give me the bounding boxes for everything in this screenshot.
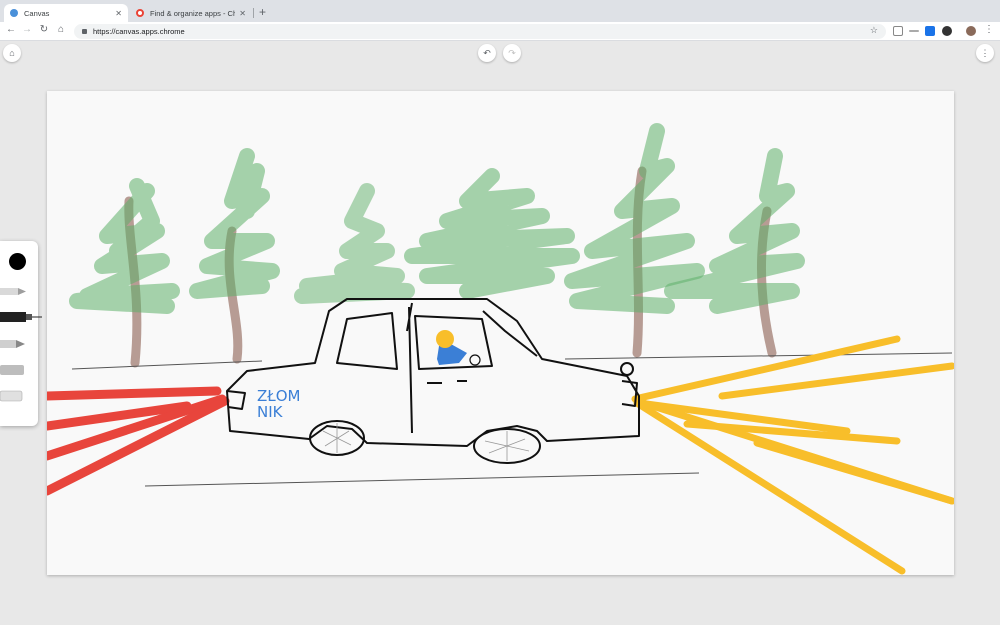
driver-figure (436, 330, 481, 366)
reload-icon[interactable]: ↻ (37, 24, 51, 35)
address-bar[interactable]: https://canvas.apps.chrome ☆ (74, 24, 886, 39)
close-tab-icon[interactable]: ✕ (239, 9, 246, 18)
gmail-extension-icon[interactable] (893, 26, 903, 36)
lock-icon (82, 29, 87, 34)
tab-strip: Canvas ✕ Find & organize apps - Chrome ✕… (0, 0, 1000, 22)
extension-icon[interactable] (942, 26, 952, 36)
app-menu-icon[interactable]: ⋮ (976, 44, 994, 62)
extension-icon[interactable] (909, 30, 919, 32)
pencil-tool-icon[interactable] (0, 337, 36, 351)
extension-icon[interactable] (925, 26, 935, 36)
tab-find-apps[interactable]: Find & organize apps - Chrome ✕ (130, 4, 252, 22)
tree (69, 178, 180, 368)
drawing-canvas[interactable]: ZŁOM NIK (47, 91, 954, 575)
road-line (144, 472, 700, 487)
marker-tool-icon[interactable] (0, 310, 44, 324)
tab-canvas[interactable]: Canvas ✕ (4, 4, 128, 22)
google-favicon-icon (136, 9, 144, 17)
back-icon[interactable]: ← (4, 24, 18, 35)
profile-avatar[interactable] (966, 26, 976, 36)
undo-icon[interactable]: ↶ (478, 44, 496, 62)
taillight-beams (47, 386, 230, 496)
ground-line (564, 352, 953, 360)
color-picker-button[interactable] (9, 253, 26, 270)
tree (189, 148, 280, 364)
headlight-beams (631, 335, 954, 575)
car-drawing (226, 298, 640, 464)
pen-tool-icon[interactable] (0, 285, 36, 299)
browser-toolbar: ← → ↻ ⌂ https://canvas.apps.chrome ☆ ⋮ (0, 22, 1000, 41)
tool-palette (0, 241, 42, 426)
tab-title: Canvas (24, 8, 50, 18)
redo-icon[interactable]: ↷ (503, 44, 521, 62)
canvas-favicon-icon (10, 9, 18, 17)
canvas-app: ⌂ ↶ ↷ ⋮ ZŁOM NIK (0, 42, 1000, 625)
tree (404, 168, 580, 299)
chalk-tool-icon[interactable] (0, 363, 36, 377)
star-icon[interactable]: ☆ (870, 25, 878, 36)
ground-line (71, 360, 263, 370)
home-icon[interactable]: ⌂ (54, 24, 68, 35)
new-tab-icon[interactable]: + (259, 5, 266, 19)
car-text-line-2: NIK (257, 403, 284, 421)
tab-separator (253, 8, 254, 18)
eraser-tool-icon[interactable] (0, 389, 36, 403)
app-home-icon[interactable]: ⌂ (3, 44, 21, 62)
tab-title: Find & organize apps - Chrome (150, 8, 236, 18)
url-text: https://canvas.apps.chrome (93, 27, 185, 36)
browser-menu-icon[interactable]: ⋮ (982, 24, 996, 35)
tree (664, 148, 805, 358)
trees (69, 123, 805, 368)
drawing: ZŁOM NIK (47, 123, 954, 575)
close-tab-icon[interactable]: ✕ (115, 9, 122, 18)
tree (564, 123, 705, 358)
forward-icon[interactable]: → (20, 24, 34, 35)
tree (294, 183, 415, 304)
